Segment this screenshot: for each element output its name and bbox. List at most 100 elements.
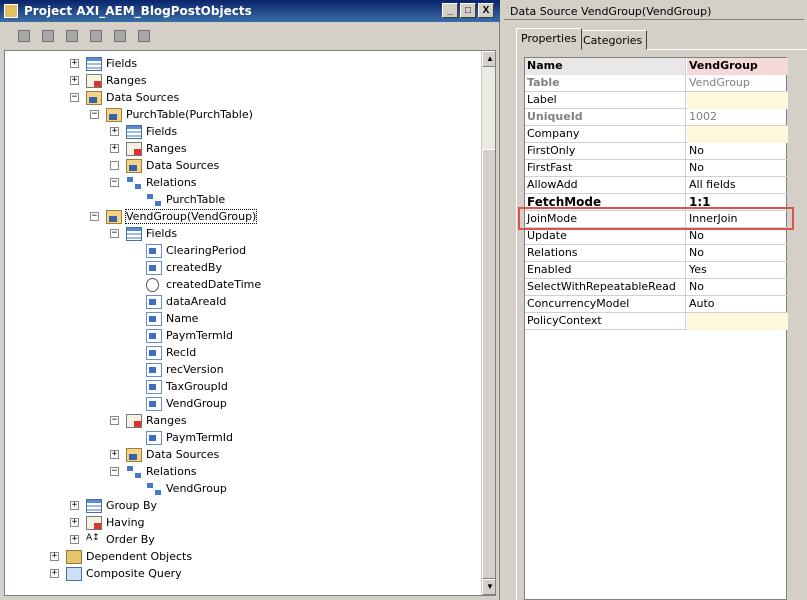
scroll-thumb[interactable]	[482, 149, 495, 579]
property-value[interactable]: No	[687, 160, 788, 177]
property-value[interactable]	[687, 313, 788, 330]
scroll-up-icon[interactable]: ▲	[482, 51, 495, 67]
collapse-icon[interactable]: −	[110, 416, 119, 425]
property-grid[interactable]: Name VendGroup Table VendGroup Label UniqueId…	[524, 57, 788, 600]
property-value[interactable]	[687, 92, 788, 109]
collapse-icon[interactable]: −	[110, 467, 119, 476]
property-name: UniqueId	[525, 109, 686, 126]
property-value[interactable]: No	[687, 245, 788, 262]
tree-node[interactable]: − Relations	[5, 464, 475, 480]
tree-node-label: PurchTable(PurchTable)	[126, 108, 253, 121]
tree-node[interactable]: dataAreaId	[5, 294, 475, 310]
property-row[interactable]: Label	[525, 92, 788, 109]
tree-node[interactable]: − PurchTable(PurchTable)	[5, 107, 475, 123]
tree-node[interactable]: createdBy	[5, 260, 475, 276]
tree-node[interactable]: Name	[5, 311, 475, 327]
property-value[interactable]	[687, 126, 788, 143]
maximize-button[interactable]: □	[460, 3, 476, 18]
collapse-icon[interactable]: −	[110, 229, 119, 238]
tree-node[interactable]: + Composite Query	[5, 566, 475, 582]
expand-icon[interactable]: +	[50, 552, 59, 561]
tree-node[interactable]: + Ranges	[5, 141, 475, 157]
property-value[interactable]: No	[687, 228, 788, 245]
property-value[interactable]: Yes	[687, 262, 788, 279]
tree-node-label: Name	[166, 312, 199, 325]
property-row[interactable]: Name VendGroup	[525, 58, 788, 75]
expand-icon[interactable]: +	[110, 127, 119, 136]
property-value[interactable]: Auto	[687, 296, 788, 313]
properties-icon[interactable]	[38, 27, 58, 45]
tree-node[interactable]: PaymTermId	[5, 328, 475, 344]
property-row[interactable]: ConcurrencyModel Auto	[525, 296, 788, 313]
compile-icon[interactable]	[86, 27, 106, 45]
property-value[interactable]: VendGroup	[687, 75, 788, 92]
property-value[interactable]: No	[687, 279, 788, 296]
property-row[interactable]: FirstOnly No	[525, 143, 788, 160]
tree-node[interactable]: createdDateTime	[5, 277, 475, 293]
tree-node[interactable]: − Fields	[5, 226, 475, 242]
tree-node[interactable]: + Ranges	[5, 73, 475, 89]
expand-icon[interactable]: +	[70, 59, 79, 68]
tree-node[interactable]: − Relations	[5, 175, 475, 191]
tree-node[interactable]: ClearingPeriod	[5, 243, 475, 259]
property-value[interactable]: 1002	[687, 109, 788, 126]
tree-node[interactable]: + Fields	[5, 56, 475, 72]
tree-node[interactable]: VendGroup	[5, 481, 475, 497]
stack-icon[interactable]	[62, 27, 82, 45]
tree-node[interactable]: Data Sources	[5, 158, 475, 174]
collapse-icon[interactable]: −	[90, 212, 99, 221]
property-row[interactable]: SelectWithRepeatableRead No	[525, 279, 788, 296]
tree-node[interactable]: PaymTermId	[5, 430, 475, 446]
collapse-icon[interactable]: −	[70, 93, 79, 102]
tree-node[interactable]: PurchTable	[5, 192, 475, 208]
tree-node[interactable]: RecId	[5, 345, 475, 361]
expand-icon[interactable]: +	[70, 76, 79, 85]
tree-node[interactable]: + Group By	[5, 498, 475, 514]
property-row[interactable]: PolicyContext	[525, 313, 788, 330]
tab-properties[interactable]: Properties	[516, 28, 582, 50]
expand-icon[interactable]: +	[110, 450, 119, 459]
expand-icon[interactable]: +	[70, 535, 79, 544]
project-tree[interactable]: + Fields + Ranges − Data Sources − PurchTable(P…	[4, 50, 496, 596]
tree-node[interactable]: + Having	[5, 515, 475, 531]
property-row[interactable]: Update No	[525, 228, 788, 245]
tree-node[interactable]: − Ranges	[5, 413, 475, 429]
property-row[interactable]: Relations No	[525, 245, 788, 262]
tree-node-label: Data Sources	[146, 448, 220, 461]
tree-node[interactable]: + Data Sources	[5, 447, 475, 463]
collapse-icon[interactable]	[110, 161, 119, 170]
property-name: FirstFast	[525, 160, 686, 177]
property-row[interactable]: Enabled Yes	[525, 262, 788, 279]
property-value[interactable]: VendGroup	[687, 58, 788, 75]
tree-node[interactable]: TaxGroupId	[5, 379, 475, 395]
tree-node[interactable]: + Dependent Objects	[5, 549, 475, 565]
minimize-button[interactable]: _	[442, 3, 458, 18]
expand-icon[interactable]: +	[70, 501, 79, 510]
property-row[interactable]: AllowAdd All fields	[525, 177, 788, 194]
expand-icon[interactable]: +	[110, 144, 119, 153]
tree-node[interactable]: + A↕ Order By	[5, 532, 475, 548]
collapse-icon[interactable]: −	[110, 178, 119, 187]
expand-icon[interactable]: +	[50, 569, 59, 578]
tree-node[interactable]: recVersion	[5, 362, 475, 378]
property-row[interactable]: FirstFast No	[525, 160, 788, 177]
open-icon[interactable]	[14, 27, 34, 45]
close-button[interactable]: X	[478, 3, 494, 18]
property-row[interactable]: Company	[525, 126, 788, 143]
project-title-bar[interactable]: Project AXI_AEM_BlogPostObjects _ □ X	[0, 0, 500, 22]
tree-node[interactable]: − Data Sources	[5, 90, 475, 106]
property-row[interactable]: UniqueId 1002	[525, 109, 788, 126]
expand-icon[interactable]: +	[70, 518, 79, 527]
tree-node[interactable]: VendGroup	[5, 396, 475, 412]
property-value[interactable]: All fields	[687, 177, 788, 194]
filter-icon[interactable]	[110, 27, 130, 45]
tab-categories[interactable]: Categories	[578, 30, 648, 50]
import-icon[interactable]	[134, 27, 154, 45]
tree-node[interactable]: + Fields	[5, 124, 475, 140]
scroll-down-icon[interactable]: ▼	[482, 579, 495, 595]
vertical-scrollbar[interactable]: ▲ ▼	[481, 51, 495, 595]
tree-node[interactable]: − VendGroup(VendGroup)	[5, 209, 475, 225]
collapse-icon[interactable]: −	[90, 110, 99, 119]
property-row[interactable]: Table VendGroup	[525, 75, 788, 92]
property-value[interactable]: No	[687, 143, 788, 160]
